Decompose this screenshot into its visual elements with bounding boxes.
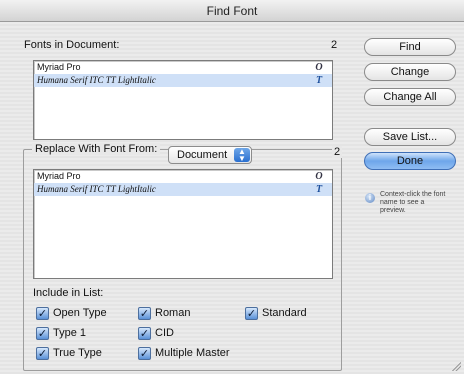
info-icon: i xyxy=(365,193,375,203)
checkbox-label: CID xyxy=(155,327,174,339)
checkbox-label: Open Type xyxy=(53,307,107,319)
checkbox-multiple-master[interactable]: ✓ Multiple Master xyxy=(138,347,230,360)
font-name: Myriad Pro xyxy=(37,171,81,181)
font-name: Humana Serif ITC TT LightItalic xyxy=(37,75,156,85)
checkmark-icon: ✓ xyxy=(36,327,49,340)
checkbox-open-type[interactable]: ✓ Open Type xyxy=(36,307,107,320)
checkbox-label: True Type xyxy=(53,347,102,359)
fonts-in-document-list[interactable]: Myriad Pro O Humana Serif ITC TT LightIt… xyxy=(33,60,333,140)
window-titlebar: Find Font xyxy=(0,0,464,22)
checkbox-label: Multiple Master xyxy=(155,347,230,359)
font-source-popup[interactable]: Document ▲ ▼ xyxy=(168,146,252,164)
replace-with-label: Replace With Font From: xyxy=(32,143,161,155)
checkbox-label: Type 1 xyxy=(53,327,87,339)
checkmark-icon: ✓ xyxy=(138,327,151,340)
checkmark-icon: ✓ xyxy=(36,307,49,320)
resize-grip[interactable] xyxy=(451,361,461,371)
font-name: Myriad Pro xyxy=(37,62,81,72)
fonts-in-document-count: 2 xyxy=(331,39,338,51)
popup-arrows-icon: ▲ ▼ xyxy=(234,148,250,163)
truetype-icon: T xyxy=(315,75,323,86)
list-item[interactable]: Humana Serif ITC TT LightItalic T xyxy=(34,183,332,196)
replace-with-count: 2 xyxy=(332,146,343,158)
checkbox-label: Roman xyxy=(155,307,191,319)
checkbox-roman[interactable]: ✓ Roman xyxy=(138,307,190,320)
font-source-value: Document xyxy=(177,149,228,161)
list-item[interactable]: Myriad Pro O xyxy=(34,170,332,183)
checkbox-true-type[interactable]: ✓ True Type xyxy=(36,347,102,360)
window-title: Find Font xyxy=(206,4,258,18)
checkmark-icon: ✓ xyxy=(138,347,151,360)
preview-hint: Context-click the font name to see a pre… xyxy=(380,191,446,214)
change-all-button[interactable]: Change All xyxy=(364,88,456,106)
checkbox-standard[interactable]: ✓ Standard xyxy=(245,307,307,320)
checkmark-icon: ✓ xyxy=(245,307,258,320)
checkbox-label: Standard xyxy=(262,307,307,319)
font-name: Humana Serif ITC TT LightItalic xyxy=(37,184,156,194)
list-item[interactable]: Myriad Pro O xyxy=(34,61,332,74)
find-button[interactable]: Find xyxy=(364,38,456,56)
opentype-icon: O xyxy=(315,171,323,182)
checkbox-type-1[interactable]: ✓ Type 1 xyxy=(36,327,86,340)
replace-with-list[interactable]: Myriad Pro O Humana Serif ITC TT LightIt… xyxy=(33,169,333,279)
checkmark-icon: ✓ xyxy=(138,307,151,320)
change-button[interactable]: Change xyxy=(364,63,456,81)
fonts-in-document-label: Fonts in Document: xyxy=(24,39,120,51)
checkbox-cid[interactable]: ✓ CID xyxy=(138,327,174,340)
done-button[interactable]: Done xyxy=(364,152,456,170)
checkmark-icon: ✓ xyxy=(36,347,49,360)
opentype-icon: O xyxy=(315,62,323,73)
list-item[interactable]: Humana Serif ITC TT LightItalic T xyxy=(34,74,332,87)
include-in-list-label: Include in List: xyxy=(33,287,104,299)
truetype-icon: T xyxy=(315,184,323,195)
save-list-button[interactable]: Save List... xyxy=(364,128,456,146)
